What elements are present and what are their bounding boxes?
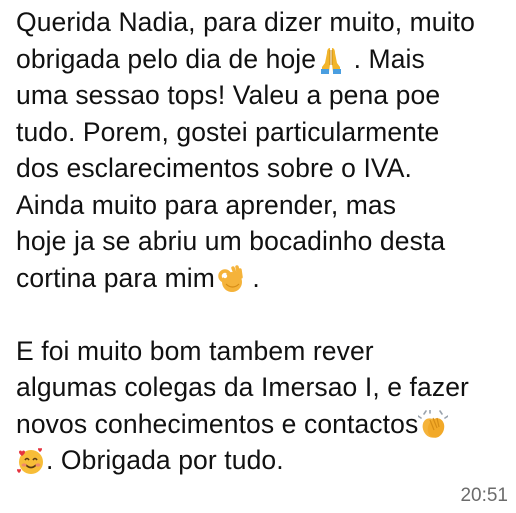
message-line-8: cortina para mim . [16, 262, 260, 294]
message-line-6: Ainda muito para aprender, mas [16, 189, 397, 220]
ok-hand-icon [215, 264, 245, 294]
message-line-1: Querida Nadia, para dizer muito, muito [16, 7, 475, 37]
clapping-hands-icon [418, 409, 449, 440]
chat-message-bubble[interactable]: Querida Nadia, para dizer muito, muito o… [0, 0, 516, 513]
message-line-5: dos esclarecimentos sobre o IVA. [16, 153, 412, 183]
message-line-3: uma sessao tops! Valeu a pena poe [16, 80, 441, 110]
message-line-4: tudo. Porem, gostei particularmente [16, 116, 440, 147]
message-line-7: hoje ja se abriu um bocadinho desta [16, 226, 446, 256]
message-line-13: . Obrigada por tudo. [16, 442, 512, 479]
folded-hands-icon [316, 45, 346, 75]
message-line-2: obrigada pelo dia de hoje . Mais [16, 43, 425, 75]
message-line-11: algumas colegas da Imersao I, e fazer [16, 372, 469, 402]
smiling-face-with-hearts-icon [16, 446, 46, 476]
message-line-9 [16, 296, 512, 333]
message-line-10: E foi muito bom tambem rever [16, 335, 374, 366]
message-line-12: novos conhecimentos e contactos [16, 406, 512, 443]
message-timestamp: 20:51 [460, 485, 508, 506]
message-text: Querida Nadia, para dizer muito, muito o… [16, 4, 512, 479]
